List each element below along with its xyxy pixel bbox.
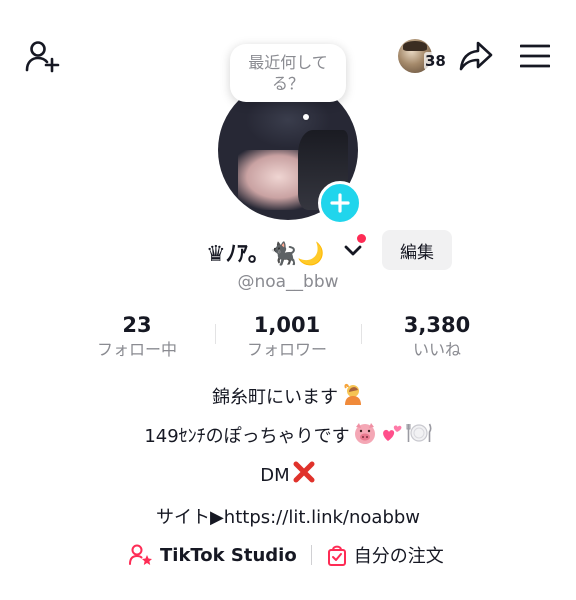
status-bubble[interactable]: 最近何してる？ — [230, 44, 346, 102]
add-person-icon — [25, 41, 60, 73]
shopping-bag-check-icon — [327, 545, 346, 566]
likes-label: いいね — [412, 340, 461, 359]
edit-profile-button[interactable]: 編集 — [382, 230, 452, 270]
profile-screen: 38 最近何してる？ ♛ﾉｱ。🐈‍⬛🌙 編集 @ — [0, 0, 576, 600]
following-count: 23 — [122, 313, 152, 337]
notification-dot — [357, 234, 366, 243]
hamburger-menu-icon — [520, 44, 550, 68]
stats-divider — [215, 324, 216, 344]
tiktok-studio-link[interactable]: TikTok Studio — [128, 543, 297, 567]
profile-visitors-button[interactable]: 38 — [398, 36, 447, 76]
plus-icon — [330, 193, 350, 213]
menu-button[interactable] — [514, 36, 556, 76]
bio-line-2-text: 149ｾﾝﾁのぽっちゃりです — [144, 426, 350, 447]
visitor-count: 38 — [424, 52, 447, 70]
bio-line-2: 149ｾﾝﾁのぽっちゃりです — [0, 419, 576, 458]
share-arrow-icon — [459, 41, 493, 71]
pig-face-icon — [352, 421, 378, 458]
bio-line-3-text: DM — [260, 465, 290, 486]
followers-label: フォロワー — [246, 340, 327, 359]
profile-shortcuts: TikTok Studio 自分の注文 — [128, 540, 444, 570]
profile-bio: 錦糸町にいます 149ｾﾝﾁのぽっちゃりです DM — [0, 380, 576, 497]
add-story-button[interactable] — [318, 181, 362, 225]
shortcuts-divider — [310, 545, 312, 565]
following-stat[interactable]: 23 フォロー中 — [62, 312, 212, 368]
red-cross-icon — [292, 460, 316, 497]
two-hearts-icon — [380, 421, 404, 458]
bio-line-1: 錦糸町にいます — [0, 380, 576, 419]
status-bubble-text: 最近何してる？ — [248, 53, 328, 93]
followers-count: 1,001 — [253, 313, 321, 337]
bio-line-3: DM — [0, 458, 576, 497]
plate-cutlery-icon — [406, 421, 432, 458]
stats-divider — [361, 324, 362, 344]
display-name[interactable]: ♛ﾉｱ。🐈‍⬛🌙 — [206, 236, 325, 268]
followers-stat[interactable]: 1,001 フォロワー — [212, 312, 362, 368]
bio-site-link[interactable]: サイト▶https://lit.link/noabbw — [0, 503, 576, 529]
following-label: フォロー中 — [96, 340, 177, 359]
name-row: ♛ﾉｱ。🐈‍⬛🌙 — [0, 232, 576, 272]
profile-stats: 23 フォロー中 1,001 フォロワー 3,380 いいね — [62, 312, 512, 368]
share-button[interactable] — [456, 36, 496, 76]
creator-person-star-icon — [129, 544, 152, 565]
add-friend-button[interactable] — [20, 36, 64, 76]
raising-hand-icon — [340, 382, 364, 419]
bio-line-1-text: 錦糸町にいます — [212, 387, 338, 408]
likes-stat[interactable]: 3,380 いいね — [362, 312, 512, 368]
my-orders-label: 自分の注文 — [353, 546, 444, 567]
username: @noa__bbw — [237, 272, 339, 292]
bubble-tail-dot — [303, 114, 309, 120]
my-orders-link[interactable]: 自分の注文 — [326, 542, 444, 568]
likes-count: 3,380 — [403, 313, 471, 337]
tiktok-studio-label: TikTok Studio — [160, 544, 297, 566]
